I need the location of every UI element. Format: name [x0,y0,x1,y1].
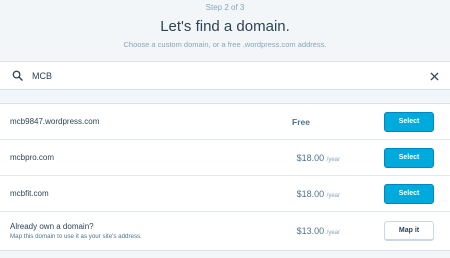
price-unit: /year [326,192,340,199]
map-domain-info: Already own a domain? Map this domain to… [10,221,142,242]
page-title: Let's find a domain. [160,18,290,35]
map-domain-price: $13.00 /year [296,226,340,236]
map-it-button[interactable]: Map it [384,221,434,241]
domain-search-bar [0,61,450,90]
domain-price: $18.00 /year [296,188,340,199]
step-indicator: Step 2 of 3 [205,3,245,12]
map-domain-title: Already own a domain? [10,222,94,231]
domain-name: mcb9847.wordpress.com [10,117,100,126]
domain-price: Free [292,116,310,127]
map-domain-row: Already own a domain? Map this domain to… [0,212,450,251]
domain-result-row: mcb9847.wordpress.com Free Select [0,104,450,140]
select-domain-button[interactable]: Select [384,183,434,204]
domain-name: mcbpro.com [10,153,55,162]
domain-result-row: mcbpro.com $18.00 /year Select [0,140,450,176]
price-unit: /year [326,230,340,236]
page-header: Step 2 of 3 Let's find a domain. Choose … [0,0,450,50]
map-domain-description: Map this domain to use it as your site's… [10,233,142,240]
search-icon[interactable] [2,70,32,81]
domain-results-list: mcb9847.wordpress.com Free Select mcbpro… [0,103,450,251]
domain-price: $18.00 /year [296,152,340,163]
select-domain-button[interactable]: Select [384,111,434,132]
page-subtitle: Choose a custom domain, or a free .wordp… [123,40,327,49]
price-unit: /year [326,156,340,163]
close-icon[interactable] [427,69,441,83]
domain-search-input[interactable] [32,65,412,86]
select-domain-button[interactable]: Select [384,147,434,168]
domain-result-row: mcbfit.com $18.00 /year Select [0,176,450,212]
domain-name: mcbfit.com [10,189,49,198]
